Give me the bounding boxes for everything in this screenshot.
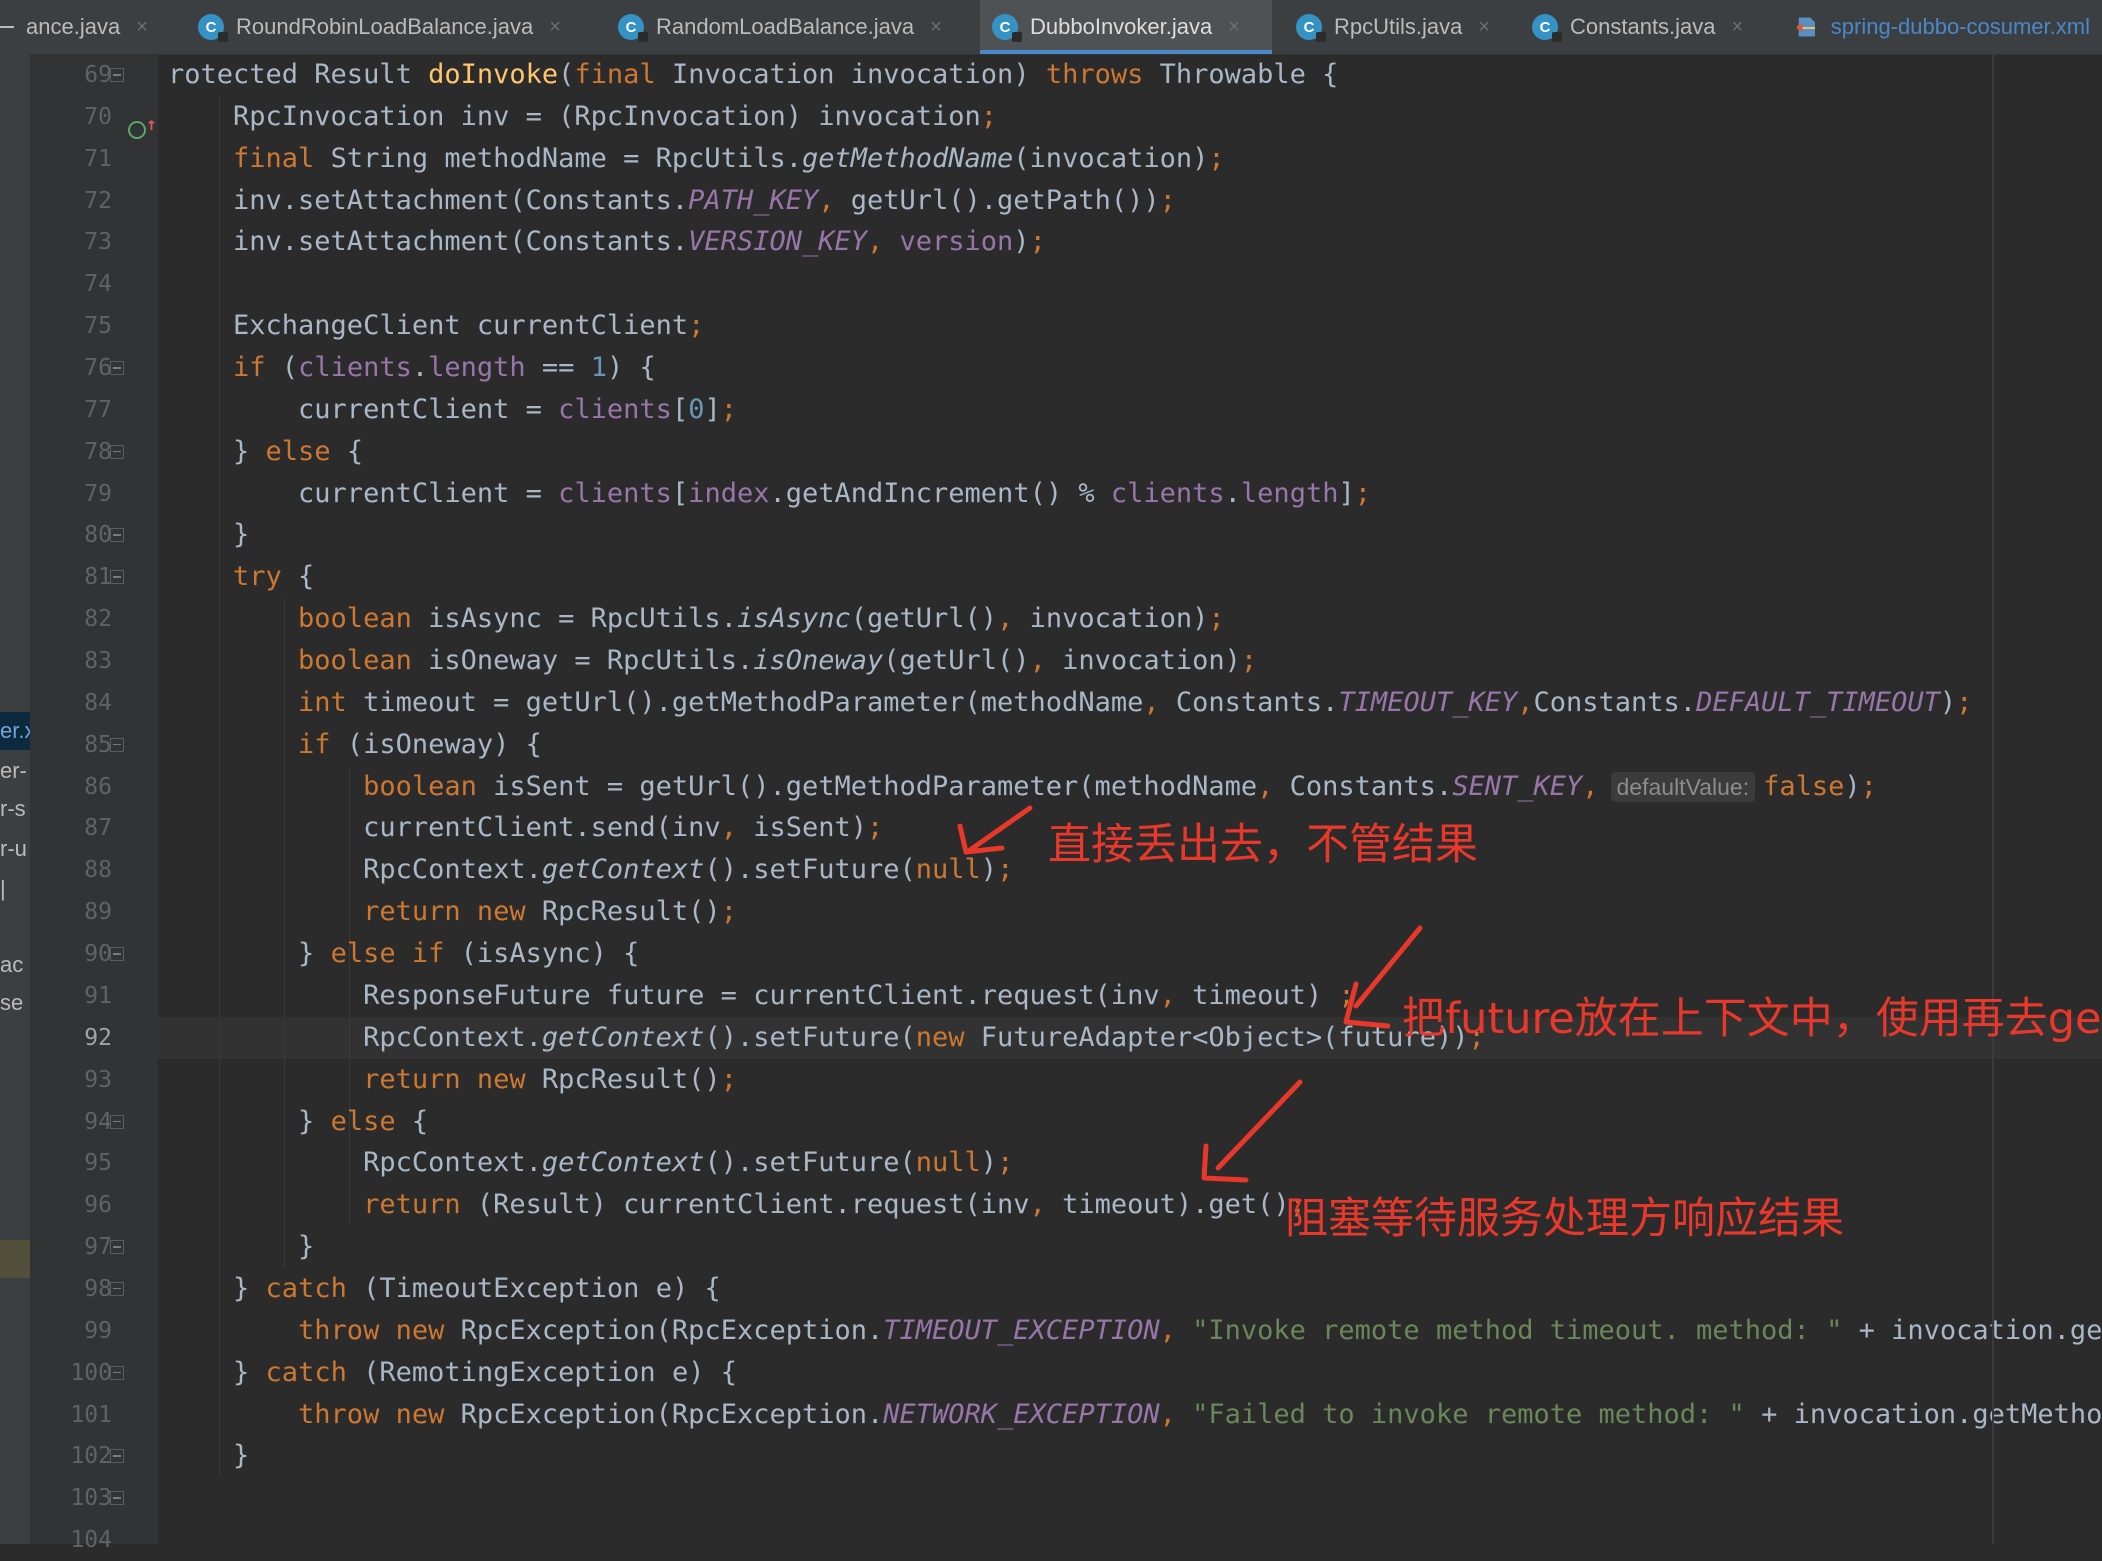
arrow-sync (1215, 1079, 1303, 1171)
arrow-oneway (967, 805, 1033, 853)
arrow-async (1353, 925, 1423, 1009)
annotation-arrows (957, 805, 1423, 1183)
